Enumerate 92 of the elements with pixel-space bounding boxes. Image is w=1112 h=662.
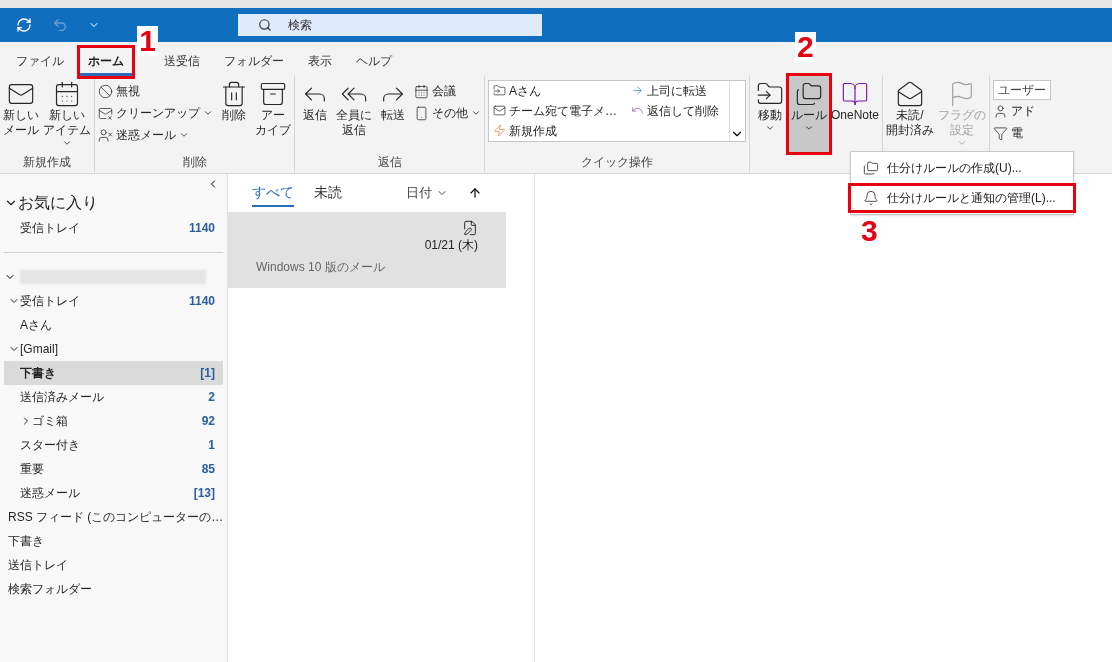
ribbon-button[interactable]: 新しい メール — [1, 76, 41, 152]
group-label: 新規作成 — [23, 154, 71, 170]
envelope-icon — [493, 104, 506, 117]
calendar-icon — [414, 83, 429, 99]
ribbon-button[interactable]: 全員に 返信 — [334, 76, 374, 152]
sort-button[interactable]: 日付 — [406, 183, 448, 203]
step-number: 2 — [795, 32, 816, 62]
ribbon-button[interactable]: 新しい アイテム — [41, 76, 93, 152]
draft-icon — [462, 220, 478, 236]
unread-count: 1140 — [188, 220, 215, 237]
ribbon-tab[interactable]: ホーム — [80, 48, 132, 76]
quick-step[interactable]: 上司に転送 — [631, 81, 725, 100]
ribbon-button[interactable]: 未読/ 開封済み — [884, 76, 937, 152]
folder-item[interactable]: 下書き — [4, 529, 223, 553]
arrow-icon — [631, 84, 644, 97]
cleanup-icon — [98, 105, 113, 121]
ribbon-button[interactable]: 転送 — [374, 76, 412, 152]
folder-item[interactable]: ゴミ箱 92 — [4, 409, 223, 433]
folders-icon — [795, 80, 823, 108]
lightning-icon — [493, 124, 506, 137]
folder-item[interactable]: RSS フィード (このコンピューターの… — [4, 505, 223, 529]
folder-item[interactable]: [Gmail] — [4, 337, 223, 361]
device-icon — [414, 105, 429, 121]
ribbon-button[interactable]: アド — [993, 100, 1052, 122]
input-field[interactable]: ユーザー — [993, 80, 1052, 100]
ignore-icon — [98, 83, 113, 99]
notebook-icon — [841, 80, 869, 108]
folder-item[interactable]: 検索フォルダー — [4, 577, 223, 601]
ribbon-tab[interactable]: フォルダー — [216, 48, 292, 76]
ribbon-tab[interactable]: 送受信 — [156, 48, 208, 76]
sync-icon[interactable] — [16, 17, 32, 33]
unread-count: 92 — [201, 413, 215, 430]
person-icon — [993, 103, 1009, 119]
ribbon-button[interactable]: 会議 — [414, 80, 481, 102]
junk-icon — [98, 127, 113, 143]
sort-direction-icon[interactable] — [468, 186, 482, 200]
ribbon-button[interactable]: アー カイブ — [253, 76, 293, 152]
ribbon-button[interactable]: OneNote — [829, 76, 882, 152]
highlight-frame — [77, 44, 135, 79]
ribbon-tab[interactable]: ファイル — [8, 48, 72, 76]
unread-count: 1140 — [188, 293, 215, 310]
open-envelope-icon — [896, 80, 925, 108]
ribbon-button[interactable]: 迷惑メール — [98, 124, 213, 146]
folder-item[interactable]: 送信済みメール 2 — [4, 385, 223, 409]
filter-icon — [993, 125, 1009, 141]
folder-item[interactable]: 送信トレイ — [4, 553, 223, 577]
folder-item[interactable]: 下書き [1] — [4, 361, 223, 385]
ribbon-tab[interactable]: ヘルプ — [348, 48, 400, 76]
search-field[interactable]: 検索 — [238, 14, 542, 36]
folder-arrow-icon — [493, 84, 506, 97]
ribbon-button[interactable]: 削除 — [215, 76, 253, 152]
folder-item[interactable]: 重要 85 — [4, 457, 223, 481]
folder-item[interactable]: スター付き 1 — [4, 433, 223, 457]
unread-count: 1 — [208, 437, 215, 454]
menu-item[interactable]: 仕分けルールと通知の管理(L)... — [851, 186, 1073, 210]
folder-item[interactable]: 受信トレイ 1140 — [4, 289, 223, 313]
message-item[interactable]: 01/21 (木) Windows 10 版のメール — [228, 212, 506, 288]
favorites-header[interactable]: お気に入り — [0, 190, 227, 216]
group-label: 削除 — [182, 154, 207, 170]
ribbon-button[interactable]: 無視 — [98, 80, 213, 102]
filter-tab[interactable]: 未読 — [314, 179, 342, 207]
ribbon-tab[interactable]: 表示 — [300, 48, 340, 76]
group-label: 返信 — [377, 154, 402, 170]
unread-count: 85 — [201, 461, 215, 478]
group-label: クイック操作 — [581, 154, 653, 170]
folder-item[interactable]: Aさん — [4, 313, 223, 337]
folder-item[interactable]: 迷惑メール [13] — [4, 481, 223, 505]
bell-icon — [863, 190, 879, 206]
filter-tab[interactable]: すべて — [252, 179, 294, 207]
quick-step[interactable]: Aさん — [493, 81, 623, 100]
ribbon-button[interactable]: ルール — [789, 76, 829, 152]
quick-step[interactable]: 返信して削除 — [631, 101, 725, 120]
step-number: 1 — [137, 25, 158, 56]
unread-count: [1] — [200, 365, 215, 382]
search-icon — [258, 18, 272, 32]
ribbon-button[interactable]: クリーンアップ — [98, 102, 213, 124]
message-date: 01/21 (木) — [424, 237, 478, 254]
ribbon-button[interactable]: 返信 — [296, 76, 334, 152]
unread-count: [13] — [193, 485, 215, 502]
folders-icon — [863, 160, 879, 176]
trash-icon — [220, 80, 248, 108]
ribbon-button[interactable]: 電 — [993, 122, 1052, 144]
quick-step[interactable]: 新規作成 — [493, 121, 623, 140]
folder-item[interactable]: 受信トレイ 1140 — [4, 216, 223, 240]
reply-arrow-icon — [631, 104, 644, 117]
archive-box-icon — [259, 80, 287, 108]
ribbon-button[interactable]: 移動 — [751, 76, 789, 152]
ribbon-button[interactable]: その他 — [414, 102, 481, 124]
menu-item[interactable]: 仕分けルールの作成(U)... — [851, 156, 1073, 180]
message-preview: Windows 10 版のメール — [256, 259, 386, 276]
unread-count: 2 — [208, 389, 215, 406]
quick-step[interactable]: チーム宛て電子メ… — [493, 101, 623, 120]
